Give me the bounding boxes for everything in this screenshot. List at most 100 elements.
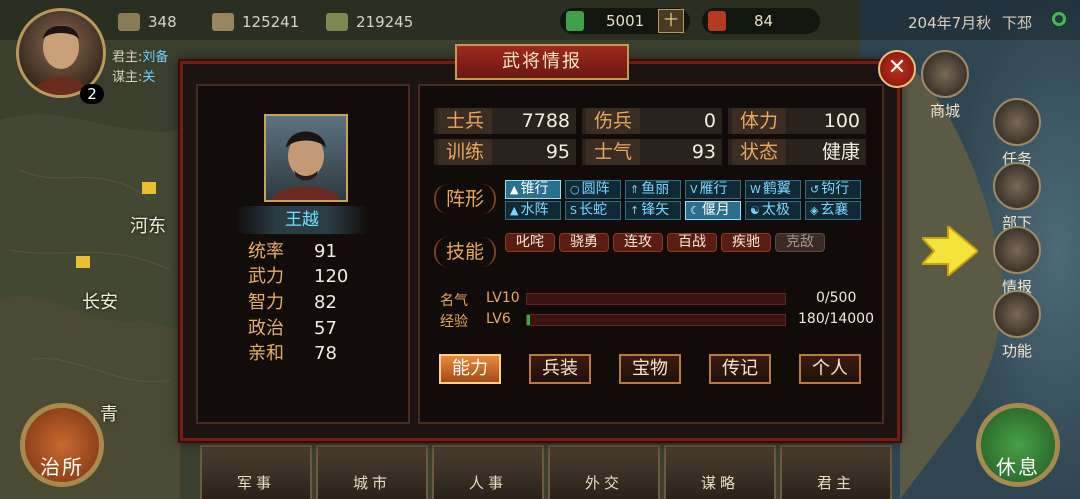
formation-chip[interactable]: ◈ 玄襄 [805,201,861,220]
pointer-arrow-icon [922,226,978,276]
resource-wheat: 219245 [326,10,413,34]
troops-icon [118,13,140,31]
side-menu-intel[interactable]: 情报 [992,226,1042,297]
tab-ability[interactable]: 能力 [439,354,501,384]
side-menu-shop[interactable]: 商城 [920,50,970,121]
skill-chip[interactable]: 叱咤 [505,233,555,252]
formation-name: 太极 [761,202,790,218]
token-counter: 84 [702,8,820,34]
info-cell-status: 状态 健康 [728,139,866,165]
formation-icon: ⇑ [630,183,640,196]
government-button[interactable]: 治所 [20,403,104,487]
skill-chip[interactable]: 百战 [667,233,717,252]
stat-label: 智力 [248,292,284,313]
bottom-tab-strategy[interactable]: 谋略 [664,445,776,499]
city-flag-icon [142,182,156,194]
side-menu-shop-label: 商城 [929,102,960,120]
tab-equipment[interactable]: 兵装 [529,354,591,384]
tab-personal[interactable]: 个人 [799,354,861,384]
exp-label: 经验 [440,314,468,330]
close-button[interactable]: ✕ [878,50,916,88]
resource-troops-value: 348 [148,13,177,31]
formation-chip[interactable]: ⇑ 鱼丽 [625,180,681,199]
tab-treasure[interactable]: 宝物 [619,354,681,384]
formation-chip[interactable]: ○ 圆阵 [565,180,621,199]
info-value: 0 [703,110,716,132]
resource-troops: 348 [118,10,177,34]
formation-icon: W [750,183,761,196]
stat-value: 78 [314,343,337,364]
formation-icon: S [570,204,577,217]
bottom-tab-city[interactable]: 城市 [316,445,428,499]
formation-icon: V [690,183,698,196]
stat-value: 57 [314,318,337,339]
tab-biography[interactable]: 传记 [709,354,771,384]
formation-chip[interactable]: V 雁行 [685,180,741,199]
fame-value: 0/500 [816,290,857,306]
formation-chip[interactable]: ↺ 钩行 [805,180,861,199]
exp-bar-fill [527,315,531,325]
formation-name: 圆阵 [581,181,610,197]
side-menu-functions[interactable]: 功能 [992,290,1042,361]
formation-icon: ☾ [690,204,700,217]
advisor-label: 谋主: [112,70,143,85]
bottom-tab-city-label: 城市 [352,474,391,492]
stat-label: 亲和 [248,343,284,364]
formation-chip[interactable]: ↑ 锋矢 [625,201,681,220]
formation-chip[interactable]: ☾ 偃月 [685,201,741,220]
lord-label: 君主: [112,50,143,65]
formation-icon: ↑ [630,204,640,217]
formation-chip[interactable]: W 鹤翼 [745,180,801,199]
skill-label: 技能 [434,237,497,267]
bottom-tab-personnel-label: 人事 [468,474,507,492]
side-menu-subordinates[interactable]: 部下 [992,162,1042,233]
jade-counter: 5001 十 [560,8,690,34]
bottom-tab-military[interactable]: 军事 [200,445,312,499]
bottom-tab-personnel[interactable]: 人事 [432,445,544,499]
formation-chip[interactable]: ☯ 太极 [745,201,801,220]
bottom-tab-diplomacy[interactable]: 外交 [548,445,660,499]
tasks-icon [993,98,1041,146]
exp-row: 经验 LV6 180/14000 [440,311,880,330]
general-portrait [264,114,348,202]
stat-value: 91 [314,241,337,262]
city-text: 下邳 [1001,14,1032,32]
side-menu-tasks[interactable]: 任务 [992,98,1042,169]
bottom-tab-diplomacy-label: 外交 [584,474,623,492]
formation-chip[interactable]: ▲ 水阵 [505,201,561,220]
info-cell-morale: 士气 93 [582,139,722,165]
rest-button[interactable]: 休息 [976,403,1060,487]
map-label-qing[interactable]: 青 [100,400,118,426]
jade-add-button[interactable]: 十 [658,9,684,33]
exp-value: 180/14000 [798,311,874,327]
info-label: 士兵 [438,108,493,134]
stat-label: 武力 [248,266,284,287]
advisor-line: 谋主:关 [112,66,155,85]
formation-icon: ○ [570,183,580,196]
formation-chip[interactable]: ▲ 锥行 [505,180,561,199]
bottom-tab-lord-label: 君主 [816,474,855,492]
skill-chip[interactable]: 疾驰 [721,233,771,252]
formation-icon: ◈ [810,204,819,217]
formation-icon: ☯ [750,204,760,217]
formation-label: 阵形 [434,184,497,214]
skill-chip[interactable]: 克敌 [775,233,825,252]
functions-icon [993,290,1041,338]
formation-name: 钩行 [821,181,850,197]
map-label-changan[interactable]: 长安 [82,288,118,314]
info-value: 100 [823,110,860,132]
formation-name: 锋矢 [641,202,670,218]
bottom-tab-lord[interactable]: 君主 [780,445,892,499]
info-cell-wounded: 伤兵 0 [582,108,722,134]
advisor-name: 关 [142,70,156,85]
info-value: 95 [545,141,570,163]
formation-name: 玄襄 [820,202,849,218]
skill-chip[interactable]: 连攻 [613,233,663,252]
stat-value: 120 [314,266,349,287]
skill-chip[interactable]: 骁勇 [559,233,609,252]
formation-chip[interactable]: S 长蛇 [565,201,621,220]
fame-label: 名气 [440,293,468,309]
formation-name: 长蛇 [578,202,607,218]
map-label-hedong[interactable]: 河东 [130,212,166,238]
info-label: 状态 [732,139,787,165]
